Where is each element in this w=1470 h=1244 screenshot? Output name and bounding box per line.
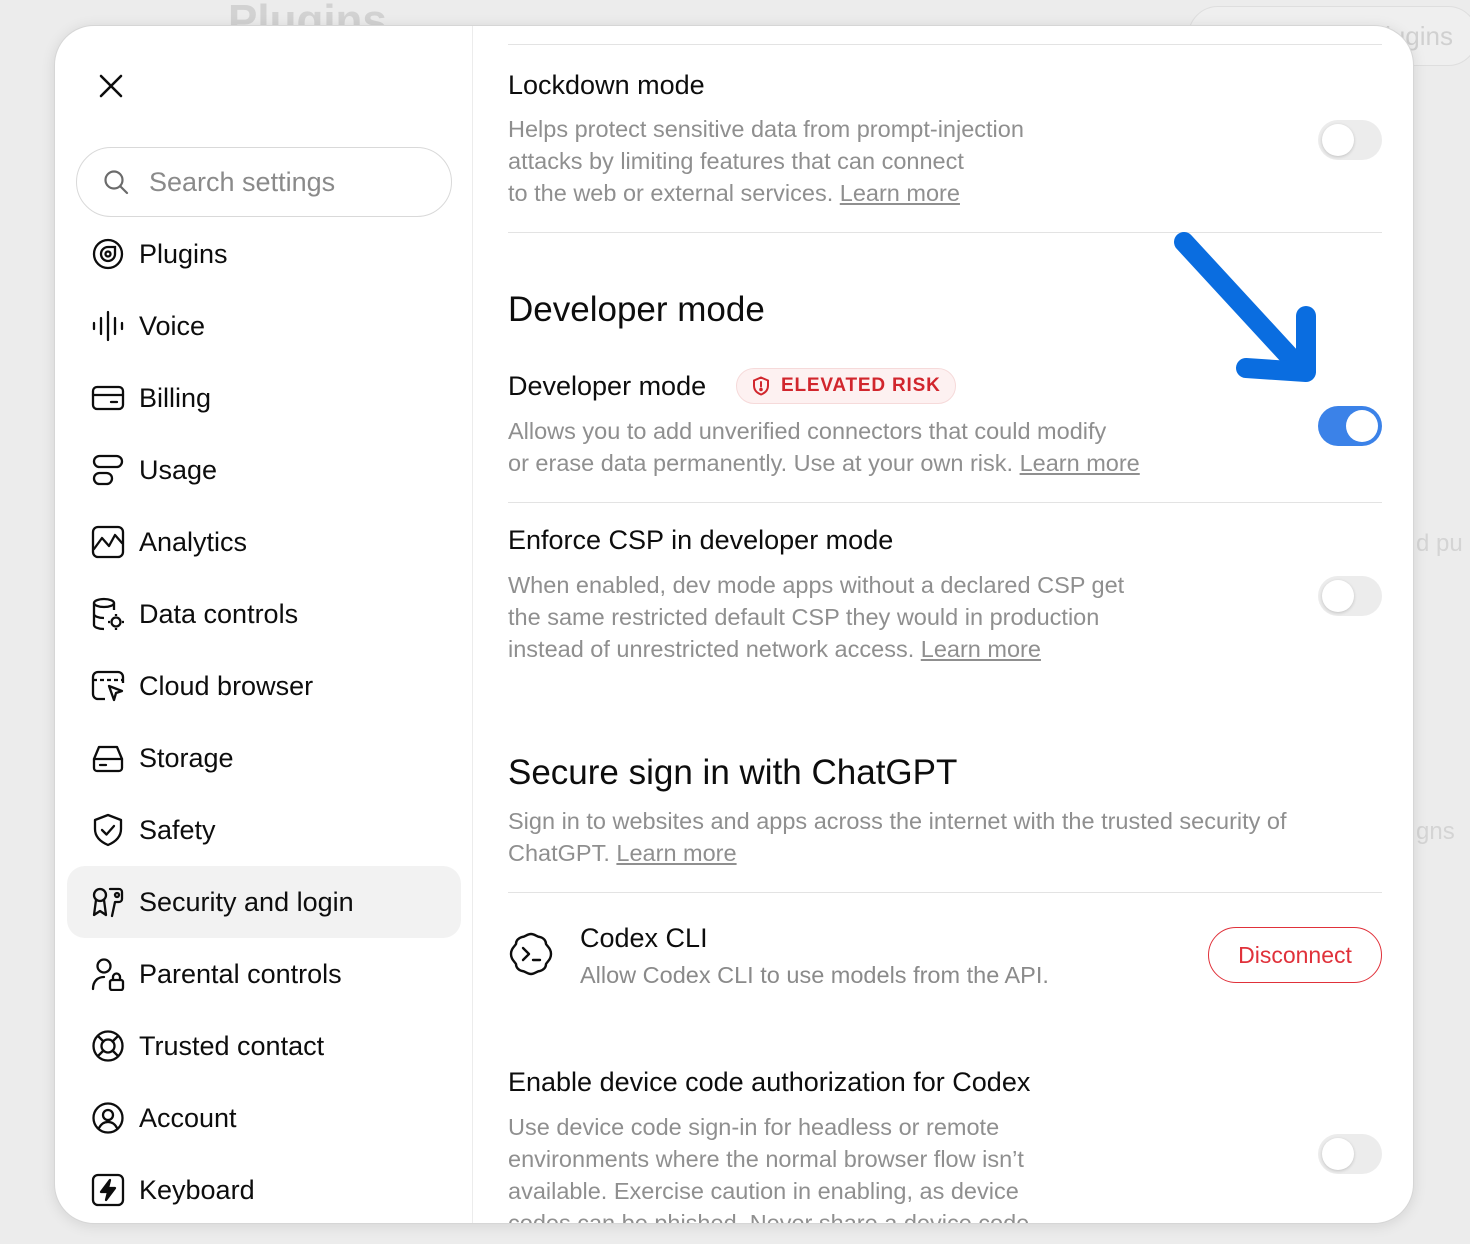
sidebar-item-label: Trusted contact: [139, 1030, 325, 1061]
settings-sidebar: Plugins Voice Billing: [55, 26, 473, 1223]
background-text-fragment: d pu: [1416, 530, 1463, 557]
secure-sign-in-description: Sign in to websites and apps across the …: [508, 808, 1287, 866]
toggle-knob: [1322, 580, 1354, 612]
device-code-description: Use device code sign-in for headless or …: [508, 1114, 1030, 1223]
developer-learn-more-link[interactable]: Learn more: [1020, 450, 1140, 476]
sidebar-item-label: Cloud browser: [139, 670, 314, 701]
developer-mode-toggle[interactable]: [1318, 406, 1382, 446]
sidebar-item-account[interactable]: Account: [67, 1082, 461, 1154]
search-settings-box[interactable]: [76, 147, 452, 217]
lockdown-mode-toggle[interactable]: [1318, 120, 1382, 160]
settings-nav: Plugins Voice Billing Usage Analytics Da…: [67, 218, 461, 1223]
enforce-csp-description: When enabled, dev mode apps without a de…: [508, 572, 1125, 662]
voice-icon: [90, 308, 126, 344]
account-icon: [90, 1100, 126, 1136]
keyboard-icon: [90, 1172, 126, 1208]
sidebar-item-label: Security and login: [139, 886, 354, 917]
sidebar-item-label: Account: [139, 1102, 237, 1133]
sidebar-item-parental-controls[interactable]: Parental controls: [67, 938, 461, 1010]
usage-icon: [90, 452, 126, 488]
warning-shield-icon: [751, 376, 771, 396]
search-icon: [104, 170, 129, 195]
sidebar-item-plugins[interactable]: Plugins: [67, 218, 461, 290]
developer-mode-description: Allows you to add unverified connectors …: [508, 418, 1140, 476]
secure-sign-in-learn-more-link[interactable]: Learn more: [616, 840, 736, 866]
codex-cli-description: Allow Codex CLI to use models from the A…: [580, 962, 1049, 988]
csp-learn-more-link[interactable]: Learn more: [921, 636, 1041, 662]
device-code-toggle[interactable]: [1318, 1134, 1382, 1174]
analytics-icon: [90, 524, 126, 560]
sidebar-item-safety[interactable]: Safety: [67, 794, 461, 866]
sidebar-item-label: Billing: [139, 382, 212, 413]
plugins-icon: [90, 236, 126, 272]
sidebar-item-label: Parental controls: [139, 958, 342, 989]
close-icon: [99, 74, 123, 98]
sidebar-item-storage[interactable]: Storage: [67, 722, 461, 794]
storage-icon: [90, 740, 126, 776]
sidebar-item-keyboard[interactable]: Keyboard: [67, 1154, 461, 1223]
sidebar-item-billing[interactable]: Billing: [67, 362, 461, 434]
settings-modal: Plugins Voice Billing: [54, 25, 1414, 1224]
sidebar-item-security-and-login[interactable]: Security and login: [67, 866, 461, 938]
lockdown-learn-more-link[interactable]: Learn more: [840, 180, 960, 206]
sidebar-item-label: Storage: [139, 742, 234, 773]
billing-icon: [90, 380, 126, 416]
sidebar-item-label: Data controls: [139, 598, 299, 629]
lockdown-mode-description: Helps protect sensitive data from prompt…: [508, 116, 1024, 206]
device-code-title: Enable device code authorization for Cod…: [508, 1067, 1031, 1097]
cloud-browser-icon: [90, 668, 126, 704]
security-settings-panel: Lockdown mode Helps protect sensitive da…: [474, 26, 1413, 1223]
divider: [508, 44, 1382, 45]
sidebar-item-analytics[interactable]: Analytics: [67, 506, 461, 578]
sidebar-item-label: Keyboard: [139, 1174, 255, 1205]
developer-mode-title: Developer mode: [508, 371, 707, 401]
secure-sign-in-section-heading: Secure sign in with ChatGPT: [508, 753, 958, 792]
data-controls-icon: [90, 596, 126, 632]
security-login-icon: [90, 884, 126, 920]
sidebar-item-voice[interactable]: Voice: [67, 290, 461, 362]
sidebar-item-label: Safety: [139, 814, 216, 845]
sidebar-item-data-controls[interactable]: Data controls: [67, 578, 461, 650]
sidebar-item-label: Plugins: [139, 238, 228, 269]
sidebar-item-label: Voice: [139, 310, 206, 341]
enforce-csp-title: Enforce CSP in developer mode: [508, 525, 894, 555]
codex-cli-title: Codex CLI: [580, 923, 708, 953]
annotation-arrow-icon: [1174, 232, 1316, 382]
sidebar-item-label: Usage: [139, 454, 218, 485]
search-settings-input[interactable]: [149, 166, 429, 198]
divider: [508, 502, 1382, 503]
background-text-fragment: gns: [1416, 818, 1455, 845]
safety-icon: [90, 812, 126, 848]
elevated-risk-badge: ELEVATED RISK: [736, 368, 956, 404]
enforce-csp-toggle[interactable]: [1318, 576, 1382, 616]
close-button[interactable]: [91, 66, 131, 106]
lockdown-mode-title: Lockdown mode: [508, 70, 705, 100]
trusted-contact-icon: [90, 1028, 126, 1064]
codex-cli-icon: [509, 932, 553, 976]
sidebar-item-cloud-browser[interactable]: Cloud browser: [67, 650, 461, 722]
toggle-knob: [1322, 124, 1354, 156]
divider: [508, 892, 1382, 893]
toggle-knob: [1322, 1138, 1354, 1170]
parental-controls-icon: [90, 956, 126, 992]
sidebar-item-usage[interactable]: Usage: [67, 434, 461, 506]
developer-mode-section-heading: Developer mode: [508, 290, 765, 329]
disconnect-button[interactable]: Disconnect: [1208, 927, 1382, 983]
sidebar-item-label: Analytics: [139, 526, 248, 557]
toggle-knob: [1346, 410, 1378, 442]
sidebar-item-trusted-contact[interactable]: Trusted contact: [67, 1010, 461, 1082]
